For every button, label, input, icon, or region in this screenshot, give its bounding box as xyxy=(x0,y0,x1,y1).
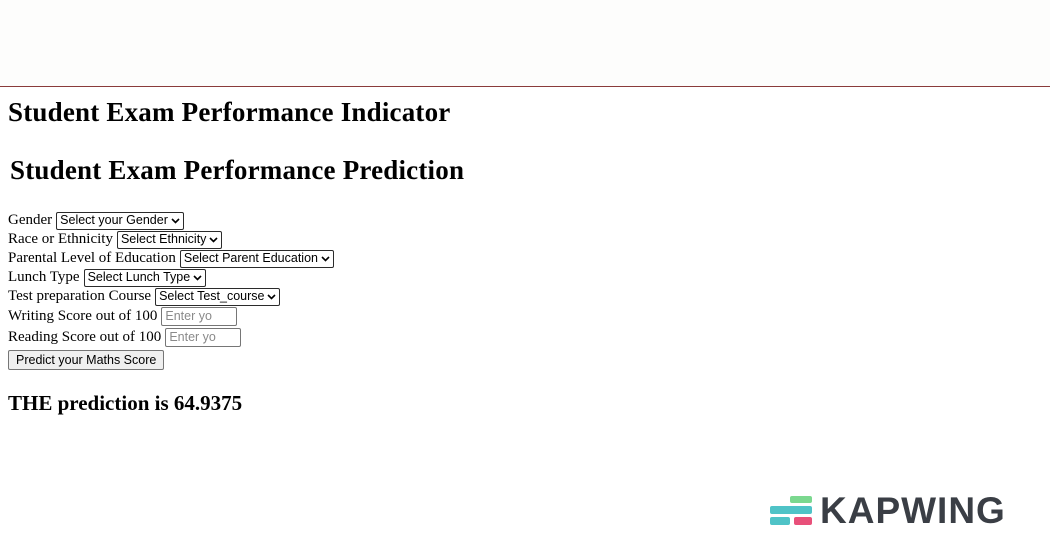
predict-button[interactable]: Predict your Maths Score xyxy=(8,349,165,370)
writing-row: Writing Score out of 100 Enter yo xyxy=(8,306,334,327)
page-title: Student Exam Performance Indicator xyxy=(8,97,451,127)
top-bar xyxy=(0,0,1050,87)
reading-row: Reading Score out of 100 Enter yo xyxy=(8,327,334,348)
parent-education-select[interactable]: Select Parent Education xyxy=(179,249,334,268)
reading-score-input[interactable]: Enter yo xyxy=(165,328,242,347)
writing-score-input[interactable]: Enter yo xyxy=(161,307,238,326)
gender-select[interactable]: Select your Gender xyxy=(56,211,184,230)
kapwing-watermark: KAPWING xyxy=(768,490,1006,531)
kapwing-wordmark: KAPWING xyxy=(820,490,1006,531)
kapwing-logo-icon xyxy=(768,494,814,528)
gender-label: Gender xyxy=(8,212,53,228)
ethnicity-row: Race or Ethnicity Select Ethnicity xyxy=(8,230,334,249)
parent-education-select-value: Select Parent Education xyxy=(183,251,318,265)
lunch-label: Lunch Type xyxy=(8,269,80,285)
submit-row: Predict your Maths Score xyxy=(8,348,334,370)
chevron-down-icon xyxy=(321,255,331,262)
lunch-select-value: Select Lunch Type xyxy=(87,270,191,284)
ethnicity-label: Race or Ethnicity xyxy=(8,231,113,247)
prediction-result: THE prediction is 64.9375 xyxy=(8,391,243,415)
reading-label: Reading Score out of 100 xyxy=(8,329,162,345)
ethnicity-select-value: Select Ethnicity xyxy=(120,232,207,246)
ethnicity-select[interactable]: Select Ethnicity xyxy=(116,230,223,249)
page-subtitle: Student Exam Performance Prediction xyxy=(10,155,465,185)
parent-education-row: Parental Level of Education Select Paren… xyxy=(8,249,334,268)
gender-select-value: Select your Gender xyxy=(60,213,168,227)
chevron-down-icon xyxy=(267,293,277,300)
chevron-down-icon xyxy=(171,217,181,224)
chevron-down-icon xyxy=(193,274,203,281)
chevron-down-icon xyxy=(209,236,219,243)
test-course-select-value: Select Test_course xyxy=(159,289,265,303)
test-course-row: Test preparation Course Select Test_cour… xyxy=(8,287,334,306)
prediction-form: Gender Select your Gender Race or Ethnic… xyxy=(8,211,334,370)
parent-education-label: Parental Level of Education xyxy=(8,250,176,266)
test-course-label: Test preparation Course xyxy=(8,288,152,304)
lunch-select[interactable]: Select Lunch Type xyxy=(83,268,207,287)
lunch-row: Lunch Type Select Lunch Type xyxy=(8,268,334,287)
gender-row: Gender Select your Gender xyxy=(8,211,334,230)
writing-label: Writing Score out of 100 xyxy=(8,308,158,324)
test-course-select[interactable]: Select Test_course xyxy=(155,287,281,306)
